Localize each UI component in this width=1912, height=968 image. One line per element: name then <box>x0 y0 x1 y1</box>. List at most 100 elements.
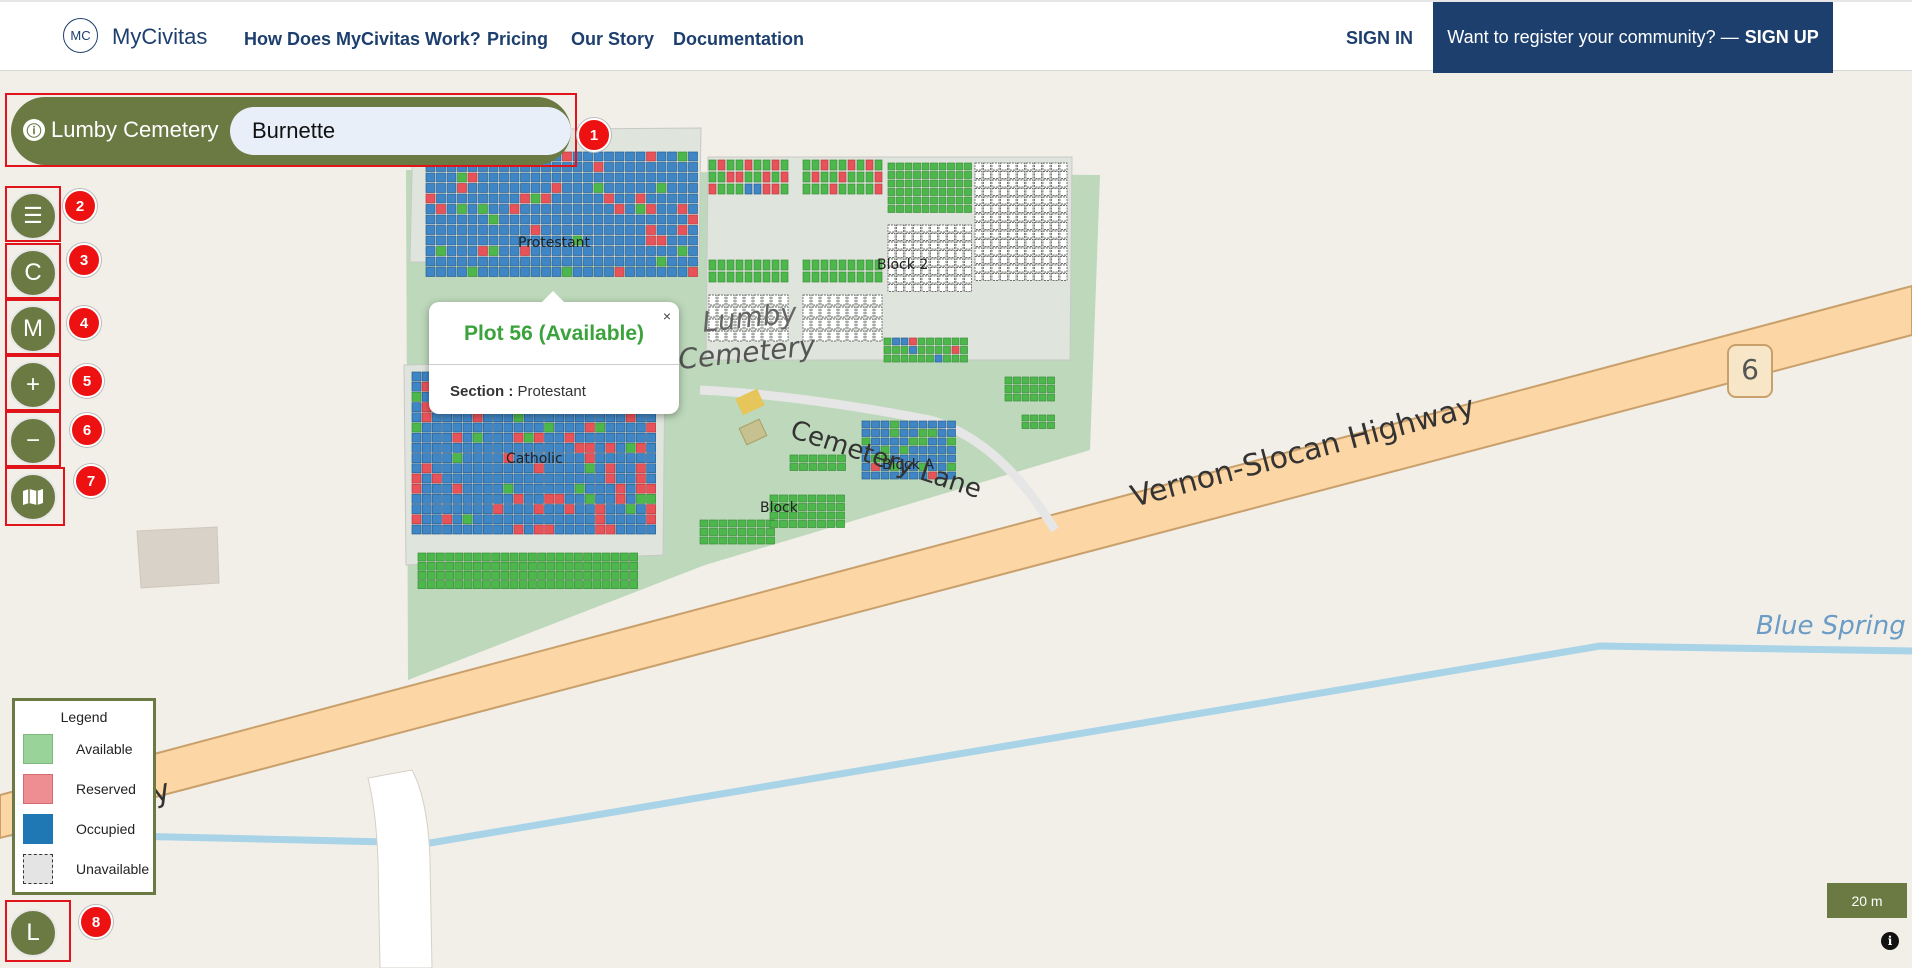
burial-plot[interactable] <box>688 172 698 183</box>
burial-plot[interactable] <box>467 256 478 267</box>
burial-plot[interactable] <box>551 162 562 172</box>
burial-plot[interactable] <box>960 346 968 354</box>
burial-plot[interactable] <box>595 422 605 433</box>
burial-plot[interactable] <box>454 552 464 562</box>
burial-plot[interactable] <box>523 524 534 535</box>
burial-plot[interactable] <box>930 224 938 233</box>
burial-plot[interactable] <box>688 204 698 214</box>
burial-plot[interactable] <box>826 494 836 503</box>
burial-plot[interactable] <box>636 443 646 453</box>
burial-plot[interactable] <box>667 246 677 256</box>
burial-plot[interactable] <box>574 514 585 525</box>
burial-plot[interactable] <box>604 267 614 277</box>
burial-plot[interactable] <box>446 172 457 183</box>
burial-plot[interactable] <box>799 454 808 463</box>
burial-plot[interactable] <box>467 183 478 193</box>
burial-plot[interactable] <box>904 179 913 188</box>
burial-plot[interactable] <box>983 205 991 213</box>
burial-plot[interactable] <box>829 271 838 283</box>
burial-plot[interactable] <box>442 412 452 423</box>
burial-plot[interactable] <box>625 267 635 277</box>
burial-plot[interactable] <box>614 193 625 204</box>
burial-plot[interactable] <box>452 504 463 514</box>
burial-plot[interactable] <box>593 162 604 172</box>
burial-plot[interactable] <box>544 422 554 433</box>
burial-plot[interactable] <box>1059 205 1068 213</box>
burial-plot[interactable] <box>564 580 574 589</box>
burial-plot[interactable] <box>1059 256 1068 264</box>
burial-plot[interactable] <box>1021 393 1030 402</box>
burial-plot[interactable] <box>1042 256 1051 264</box>
burial-plot[interactable] <box>457 235 467 246</box>
burial-plot[interactable] <box>788 520 798 528</box>
burial-plot[interactable] <box>820 171 829 183</box>
burial-plot[interactable] <box>442 494 452 504</box>
burial-plot[interactable] <box>1021 376 1030 385</box>
burial-plot[interactable] <box>636 463 646 474</box>
burial-plot[interactable] <box>530 183 541 193</box>
burial-plot[interactable] <box>947 224 955 233</box>
burial-plot[interactable] <box>520 214 530 225</box>
burial-plot[interactable] <box>983 171 991 179</box>
burial-plot[interactable] <box>718 519 728 528</box>
burial-plot[interactable] <box>421 494 432 504</box>
burial-plot[interactable] <box>646 483 656 494</box>
burial-plot[interactable] <box>513 422 524 433</box>
burial-plot[interactable] <box>838 271 847 283</box>
burial-plot[interactable] <box>446 235 457 246</box>
burial-plot[interactable] <box>483 432 493 443</box>
burial-plot[interactable] <box>1042 264 1051 273</box>
burial-plot[interactable] <box>1034 239 1042 247</box>
burial-plot[interactable] <box>938 179 947 188</box>
burial-plot[interactable] <box>523 422 534 433</box>
burial-plot[interactable] <box>593 214 604 225</box>
burial-plot[interactable] <box>688 256 698 267</box>
burial-plot[interactable] <box>509 267 520 277</box>
burial-plot[interactable] <box>462 412 473 423</box>
burial-plot[interactable] <box>467 204 478 214</box>
burial-plot[interactable] <box>688 267 698 277</box>
burial-plot[interactable] <box>1051 179 1059 188</box>
burial-plot[interactable] <box>478 172 488 183</box>
burial-plot[interactable] <box>472 412 483 423</box>
burial-plot[interactable] <box>513 494 524 504</box>
burial-plot[interactable] <box>454 561 464 571</box>
burial-plot[interactable] <box>585 432 595 443</box>
burial-plot[interactable] <box>926 337 934 346</box>
burial-plot[interactable] <box>610 580 620 589</box>
burial-plot[interactable] <box>1013 385 1021 393</box>
burial-plot[interactable] <box>688 183 698 193</box>
burial-plot[interactable] <box>856 330 865 342</box>
burial-plot[interactable] <box>614 256 625 267</box>
burial-plot[interactable] <box>646 256 656 267</box>
burial-plot[interactable] <box>541 183 551 193</box>
burial-plot[interactable] <box>753 259 762 271</box>
burial-plot[interactable] <box>938 171 947 179</box>
burial-plot[interactable] <box>417 552 427 562</box>
burial-plot[interactable] <box>964 267 972 275</box>
burial-plot[interactable] <box>610 552 620 562</box>
burial-plot[interactable] <box>554 514 565 525</box>
burial-plot[interactable] <box>605 524 616 535</box>
burial-plot[interactable] <box>442 453 452 463</box>
burial-plot[interactable] <box>1038 385 1047 393</box>
burial-plot[interactable] <box>488 225 499 235</box>
burial-plot[interactable] <box>728 536 737 545</box>
c-button[interactable]: C <box>9 249 57 297</box>
burial-plot[interactable] <box>930 241 938 250</box>
burial-plot[interactable] <box>493 463 503 474</box>
burial-plot[interactable] <box>947 241 955 250</box>
burial-plot[interactable] <box>503 524 514 535</box>
burial-plot[interactable] <box>646 204 656 214</box>
burial-plot[interactable] <box>771 171 780 183</box>
burial-plot[interactable] <box>947 162 955 171</box>
burial-plot[interactable] <box>744 271 753 283</box>
burial-plot[interactable] <box>629 552 638 562</box>
burial-plot[interactable] <box>904 241 913 250</box>
burial-plot[interactable] <box>615 453 626 463</box>
attribution-info-icon[interactable]: i <box>1881 932 1899 950</box>
burial-plot[interactable] <box>921 171 930 179</box>
burial-plot[interactable] <box>551 204 562 214</box>
burial-plot[interactable] <box>836 511 845 520</box>
burial-plot[interactable] <box>951 346 960 354</box>
